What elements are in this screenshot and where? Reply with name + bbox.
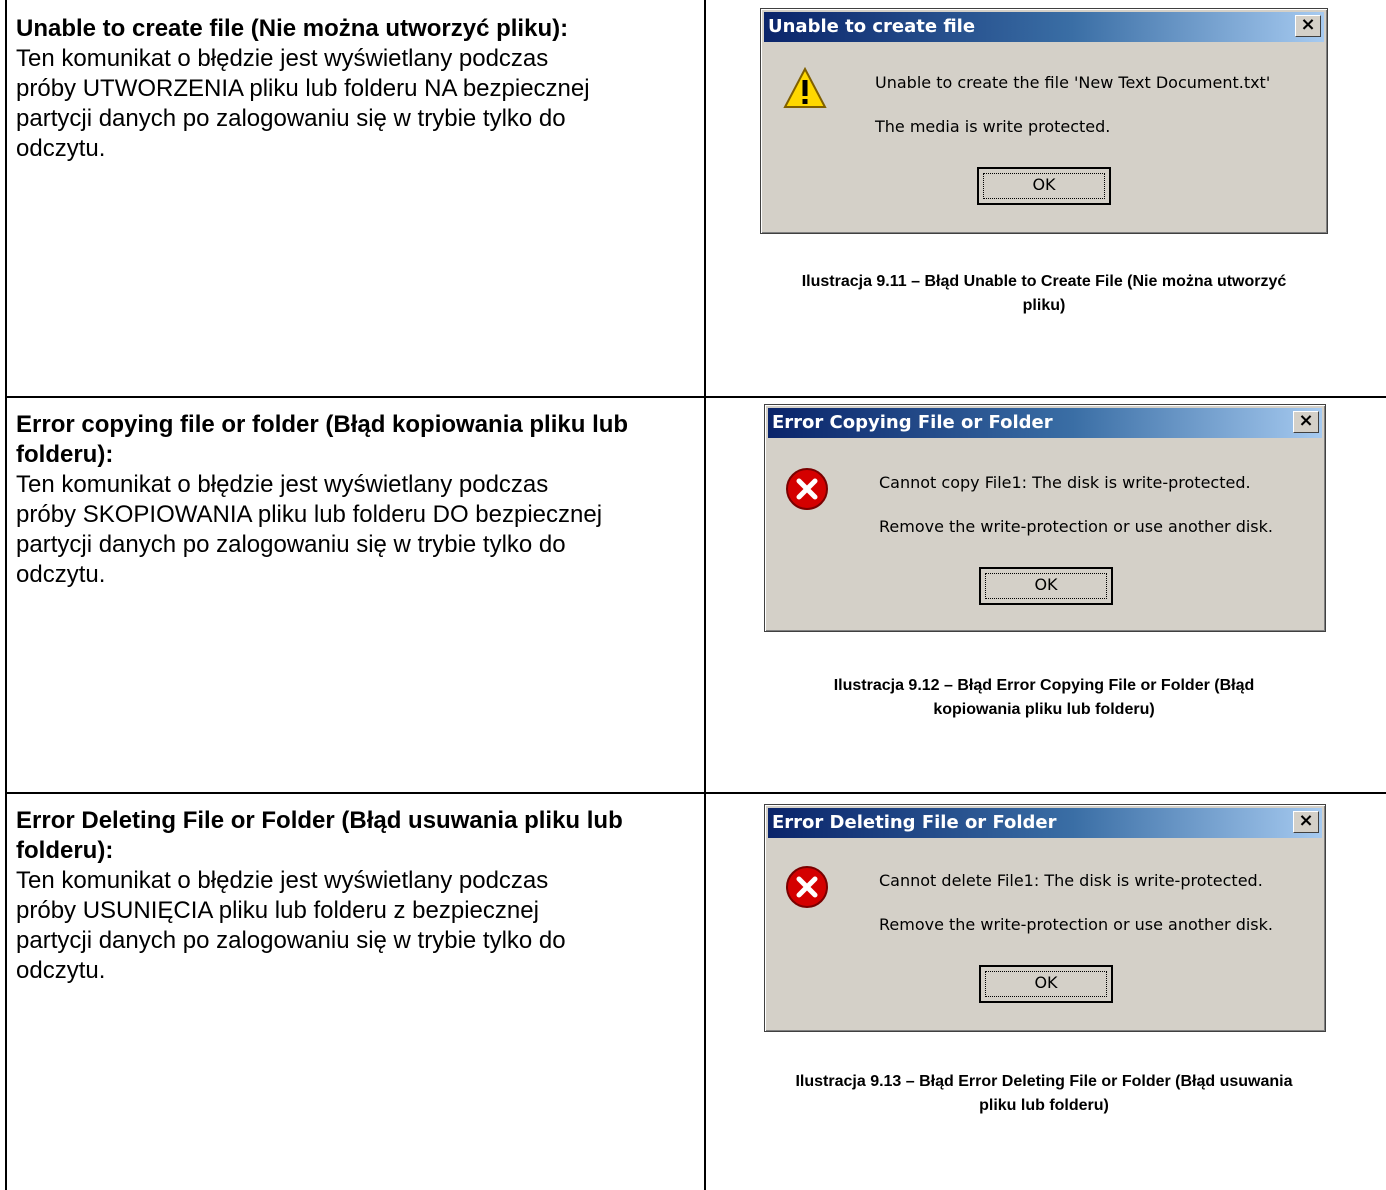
figure-caption: Ilustracja 9.13 – Błąd Error Deleting Fi… — [722, 1070, 1366, 1118]
dialog-title: Error Deleting File or Folder — [772, 812, 1057, 833]
dialog-title: Error Copying File or Folder — [772, 412, 1053, 433]
description-line: odczytu. — [16, 957, 106, 984]
error-heading: Error copying file or folder (Błąd kopio… — [16, 411, 629, 438]
error-heading: folderu): — [16, 441, 114, 468]
dialog-message: The media is write protected. — [875, 117, 1111, 136]
figure-caption: Ilustracja 9.11 – Błąd Unable to Create … — [722, 270, 1366, 318]
dialog-message: Cannot copy File1: The disk is write-pro… — [879, 473, 1251, 492]
close-button[interactable]: × — [1295, 15, 1321, 37]
dialog-message: Cannot delete File1: The disk is write-p… — [879, 871, 1263, 890]
caption-line: Ilustracja 9.12 – Błąd Error Copying Fil… — [833, 677, 1255, 694]
error-copying-dialog: Error Copying File or Folder × Cannot co… — [764, 404, 1326, 632]
description-line: Ten komunikat o błędzie jest wyświetlany… — [16, 45, 549, 72]
error-icon — [786, 866, 828, 908]
ok-button[interactable]: OK — [979, 567, 1113, 605]
close-icon: × — [1300, 14, 1316, 35]
description-cell: Unable to create file (Nie można utworzy… — [16, 14, 696, 164]
close-icon: × — [1298, 410, 1314, 431]
figure-caption: Ilustracja 9.12 – Błąd Error Copying Fil… — [722, 674, 1366, 722]
error-heading: folderu): — [16, 837, 114, 864]
dialog-message: Remove the write-protection or use anoth… — [879, 517, 1273, 536]
caption-line: Ilustracja 9.13 – Błąd Error Deleting Fi… — [795, 1073, 1293, 1090]
description-line: odczytu. — [16, 561, 106, 588]
caption-line: pliku lub folderu) — [979, 1097, 1109, 1114]
close-button[interactable]: × — [1293, 411, 1319, 433]
unable-to-create-file-dialog: Unable to create file × Unable to create… — [760, 8, 1328, 234]
ok-button[interactable]: OK — [977, 167, 1111, 205]
description-line: odczytu. — [16, 135, 106, 162]
dialog-titlebar: Error Copying File or Folder — [768, 408, 1322, 438]
description-line: partycji danych po zalogowaniu się w try… — [16, 927, 566, 954]
dialog-message: Remove the write-protection or use anoth… — [879, 915, 1273, 934]
close-button[interactable]: × — [1293, 811, 1319, 833]
table-row: Error copying file or folder (Błąd kopio… — [0, 396, 1386, 792]
description-line: Ten komunikat o błędzie jest wyświetlany… — [16, 867, 549, 894]
caption-line: pliku) — [1022, 297, 1066, 314]
description-line: próby SKOPIOWANIA pliku lub folderu DO b… — [16, 501, 603, 528]
description-line: partycji danych po zalogowaniu się w try… — [16, 531, 566, 558]
error-deleting-dialog: Error Deleting File or Folder × Cannot d… — [764, 804, 1326, 1032]
warning-icon — [783, 67, 827, 108]
error-heading: Error Deleting File or Folder (Błąd usuw… — [16, 807, 623, 834]
ok-button[interactable]: OK — [979, 965, 1113, 1003]
table-row: Unable to create file (Nie można utworzy… — [0, 0, 1386, 396]
description-cell: Error copying file or folder (Błąd kopio… — [16, 410, 696, 590]
caption-line: Ilustracja 9.11 – Błąd Unable to Create … — [801, 273, 1287, 290]
dialog-titlebar: Unable to create file — [764, 12, 1324, 42]
error-icon — [786, 468, 828, 510]
dialog-title: Unable to create file — [768, 16, 976, 37]
description-line: partycji danych po zalogowaniu się w try… — [16, 105, 566, 132]
error-heading: Unable to create file (Nie można utworzy… — [16, 15, 569, 42]
dialog-message: Unable to create the file 'New Text Docu… — [875, 73, 1271, 92]
description-line: Ten komunikat o błędzie jest wyświetlany… — [16, 471, 549, 498]
close-icon: × — [1298, 810, 1314, 831]
caption-line: kopiowania pliku lub folderu) — [933, 701, 1155, 718]
description-line: próby USUNIĘCIA pliku lub folderu z bezp… — [16, 897, 539, 924]
table-row: Error Deleting File or Folder (Błąd usuw… — [0, 792, 1386, 1190]
dialog-titlebar: Error Deleting File or Folder — [768, 808, 1322, 838]
description-line: próby UTWORZENIA pliku lub folderu NA be… — [16, 75, 590, 102]
description-cell: Error Deleting File or Folder (Błąd usuw… — [16, 806, 696, 986]
